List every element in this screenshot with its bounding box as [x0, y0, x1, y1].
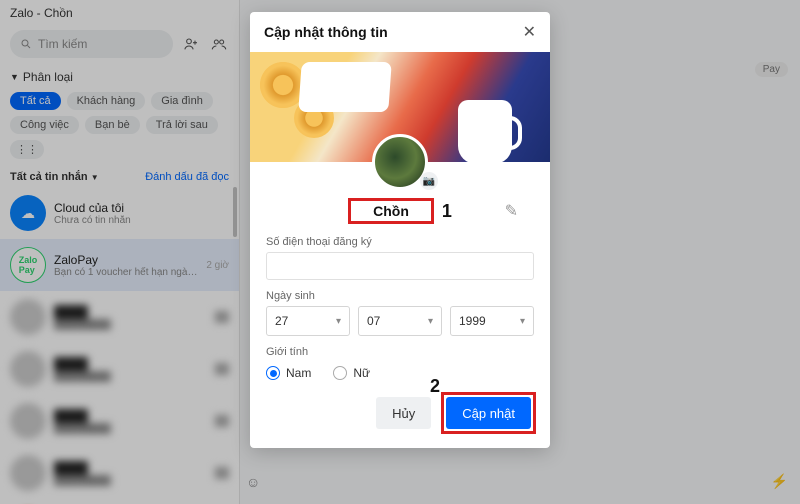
display-name: Chồn	[348, 198, 434, 224]
edit-name-icon[interactable]: ✎	[505, 201, 518, 221]
dob-month-select[interactable]: 07▾	[358, 306, 442, 336]
gender-male-radio[interactable]: Nam	[266, 366, 311, 380]
annotation-marker-2: 2	[430, 376, 440, 397]
phone-input[interactable]	[266, 252, 534, 280]
cancel-button[interactable]: Hủy	[376, 397, 431, 429]
modal-overlay: Cập nhật thông tin ✕ 📷 Chồn 1 ✎ Số điện …	[0, 0, 800, 504]
update-button[interactable]: Cập nhật	[446, 397, 531, 429]
dob-label: Ngày sinh	[266, 290, 534, 302]
update-profile-modal: Cập nhật thông tin ✕ 📷 Chồn 1 ✎ Số điện …	[250, 12, 550, 448]
chevron-down-icon: ▾	[520, 316, 525, 327]
chevron-down-icon: ▾	[428, 316, 433, 327]
phone-label: Số điện thoại đăng ký	[266, 236, 534, 248]
annotation-box-update: Cập nhật	[441, 392, 536, 434]
modal-title: Cập nhật thông tin	[264, 24, 388, 40]
annotation-marker-1: 1	[442, 201, 452, 222]
chevron-down-icon: ▾	[336, 316, 341, 327]
dob-day-select[interactable]: 27▾	[266, 306, 350, 336]
camera-icon[interactable]: 📷	[420, 172, 438, 190]
gender-label: Giới tính	[266, 346, 534, 358]
gender-female-radio[interactable]: Nữ	[333, 366, 370, 380]
dob-year-select[interactable]: 1999▾	[450, 306, 534, 336]
close-icon[interactable]: ✕	[523, 22, 536, 42]
